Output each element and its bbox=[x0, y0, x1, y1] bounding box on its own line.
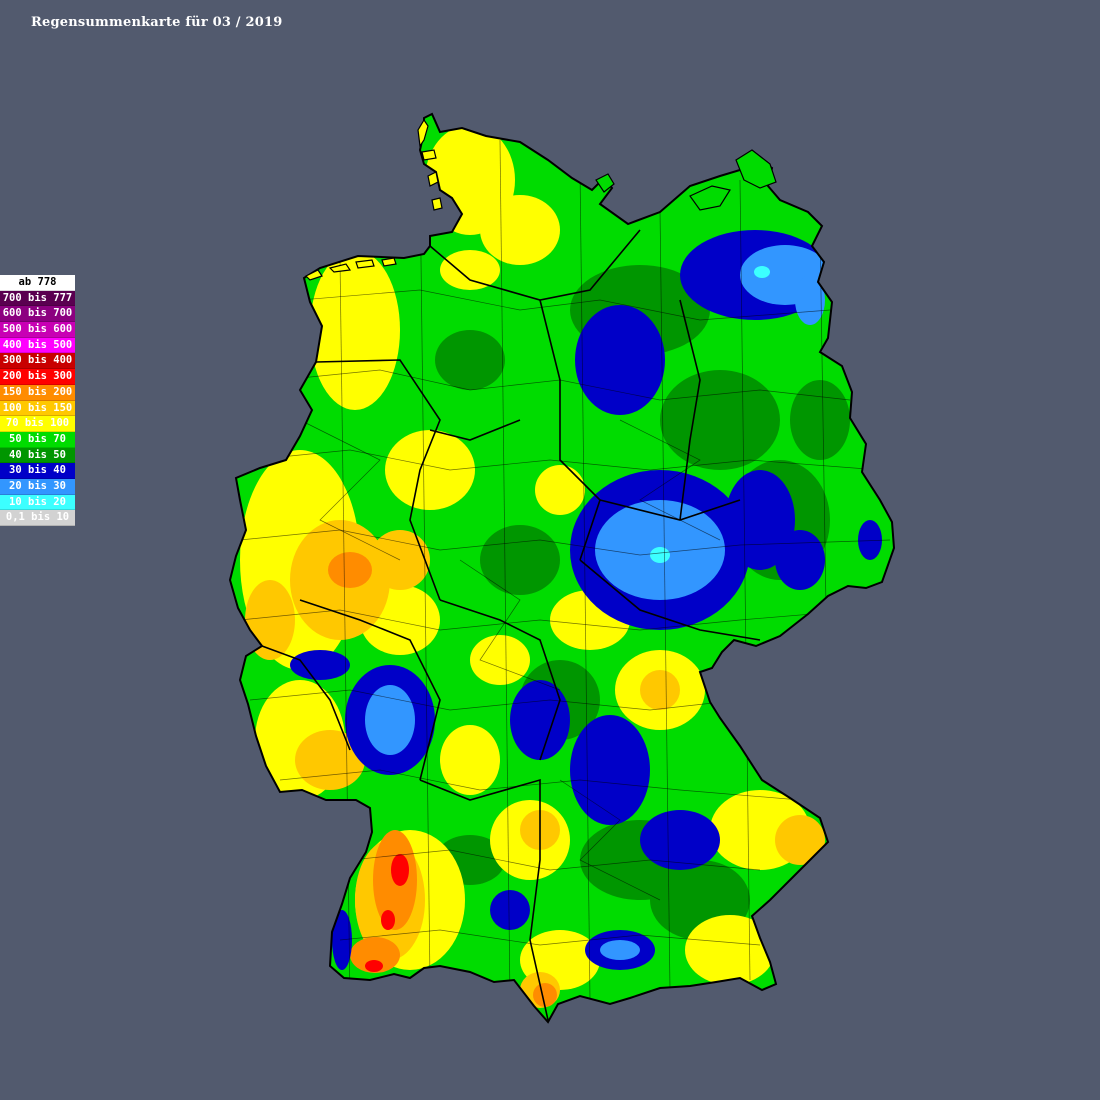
legend-item: 20 bis 30 bbox=[0, 478, 75, 495]
legend-item: 50 bis 70 bbox=[0, 431, 75, 448]
legend-item: 400 bis 500 bbox=[0, 337, 75, 354]
precipitation-legend: ab 778 700 bis 777 600 bis 700 500 bis 600 4… bbox=[0, 275, 75, 526]
legend-item: 300 bis 400 bbox=[0, 353, 75, 370]
legend-item: 10 bis 20 bbox=[0, 494, 75, 511]
legend-item: 70 bis 100 bbox=[0, 416, 75, 432]
map-root: Regensummenkarte für 03 / 2019 ab 778 700… bbox=[0, 0, 1100, 1100]
legend-item: 500 bis 600 bbox=[0, 322, 75, 338]
map-title: Regensummenkarte für 03 / 2019 bbox=[31, 15, 283, 30]
legend-item: 600 bis 700 bbox=[0, 306, 75, 323]
legend-item: 40 bis 50 bbox=[0, 447, 75, 464]
legend-item: 200 bis 300 bbox=[0, 369, 75, 385]
legend-item: 100 bis 150 bbox=[0, 400, 75, 417]
germany-precipitation-map bbox=[229, 113, 895, 1023]
legend-item: 150 bis 200 bbox=[0, 384, 75, 401]
legend-item: 30 bis 40 bbox=[0, 463, 75, 479]
legend-item: ab 778 bbox=[0, 275, 75, 291]
legend-item: 0,1 bis 10 bbox=[0, 510, 75, 526]
legend-item: 700 bis 777 bbox=[0, 290, 75, 307]
